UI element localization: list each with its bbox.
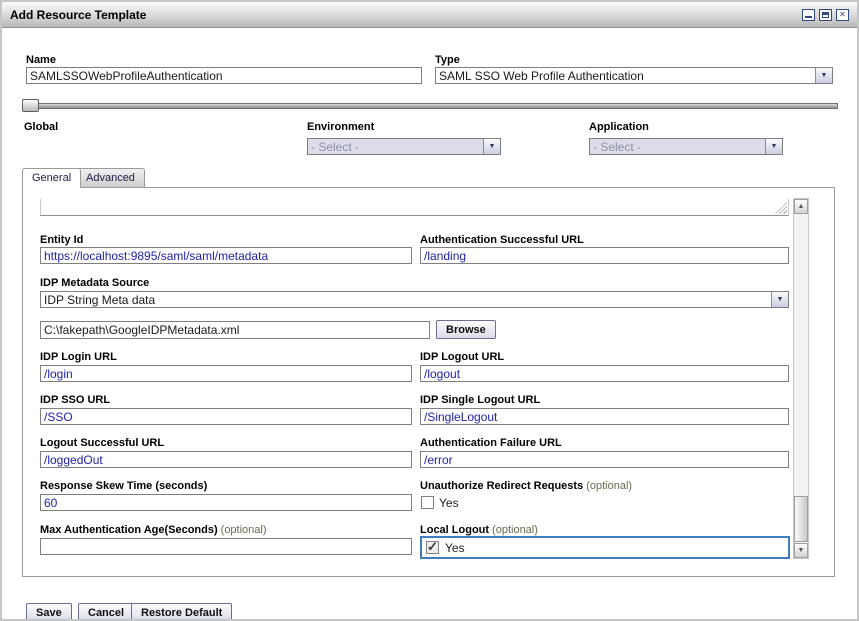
environment-label: Environment xyxy=(307,121,374,133)
name-label: Name xyxy=(26,54,56,66)
name-input[interactable] xyxy=(26,67,422,84)
idp-metadata-source-dropdown[interactable]: IDP String Meta data ▼ xyxy=(40,291,789,308)
local-logout-field[interactable]: Yes xyxy=(420,536,790,559)
type-dropdown-value: SAML SSO Web Profile Authentication xyxy=(436,68,815,83)
add-resource-template-dialog: Add Resource Template Name Type SAML SSO… xyxy=(0,0,859,621)
application-dropdown-value: - Select - xyxy=(590,139,765,154)
idp-metadata-source-value: IDP String Meta data xyxy=(41,292,771,307)
local-logout-checkbox[interactable] xyxy=(426,541,439,554)
entity-id-label: Entity Id xyxy=(40,234,83,246)
idp-logout-url-label: IDP Logout URL xyxy=(420,351,504,363)
unauthorize-redirect-label: Unauthorize Redirect Requests(optional) xyxy=(420,480,632,492)
max-auth-age-label: Max Authentication Age(Seconds)(optional… xyxy=(40,524,267,536)
application-label: Application xyxy=(589,121,649,133)
cancel-button[interactable]: Cancel xyxy=(78,603,134,621)
idp-sso-url-input[interactable] xyxy=(40,408,412,425)
restore-default-button[interactable]: Restore Default xyxy=(131,603,232,621)
response-skew-label: Response Skew Time (seconds) xyxy=(40,480,207,492)
save-button[interactable]: Save xyxy=(26,603,72,621)
entity-id-input[interactable] xyxy=(40,247,412,264)
unauthorize-redirect-checkbox[interactable] xyxy=(421,496,434,509)
idp-logout-url-input[interactable] xyxy=(420,365,789,382)
local-logout-label: Local Logout(optional) xyxy=(420,524,538,536)
idp-metadata-file-input[interactable] xyxy=(40,321,430,339)
auth-success-url-input[interactable] xyxy=(420,247,789,264)
type-label: Type xyxy=(435,54,460,66)
window-controls xyxy=(802,9,849,21)
logout-success-url-input[interactable] xyxy=(40,451,412,468)
type-dropdown[interactable]: SAML SSO Web Profile Authentication ▼ xyxy=(435,67,833,84)
scope-slider-track[interactable] xyxy=(22,103,838,109)
scrollbar-thumb[interactable] xyxy=(794,496,808,542)
auth-success-url-label: Authentication Successful URL xyxy=(420,234,584,246)
max-auth-age-input[interactable] xyxy=(40,538,412,555)
idp-metadata-source-label: IDP Metadata Source xyxy=(40,277,149,289)
chevron-down-icon[interactable]: ▼ xyxy=(815,68,832,83)
environment-dropdown-value: - Select - xyxy=(308,139,483,154)
textarea-resize-grip[interactable] xyxy=(775,202,787,214)
chevron-down-icon[interactable]: ▼ xyxy=(483,139,500,154)
auth-failure-url-input[interactable] xyxy=(420,451,789,468)
idp-login-url-input[interactable] xyxy=(40,365,412,382)
titlebar[interactable]: Add Resource Template xyxy=(2,2,857,28)
restore-icon[interactable] xyxy=(819,9,832,21)
logout-success-url-label: Logout Successful URL xyxy=(40,437,164,449)
auth-failure-url-label: Authentication Failure URL xyxy=(420,437,562,449)
environment-dropdown[interactable]: - Select - ▼ xyxy=(307,138,501,155)
idp-single-logout-url-input[interactable] xyxy=(420,408,789,425)
browse-button[interactable]: Browse xyxy=(436,320,496,339)
idp-single-logout-url-label: IDP Single Logout URL xyxy=(420,394,540,406)
panel-scrollbar[interactable]: ▲ ▼ xyxy=(793,198,809,559)
scrollbar-up-icon[interactable]: ▲ xyxy=(794,199,808,214)
idp-sso-url-label: IDP SSO URL xyxy=(40,394,110,406)
unauthorize-redirect-yes-label: Yes xyxy=(439,496,459,510)
window-title: Add Resource Template xyxy=(10,8,146,22)
response-skew-input[interactable] xyxy=(40,494,412,511)
scope-slider-handle[interactable] xyxy=(22,99,39,112)
chevron-down-icon[interactable]: ▼ xyxy=(765,139,782,154)
local-logout-yes-label: Yes xyxy=(445,541,465,555)
application-dropdown[interactable]: - Select - ▼ xyxy=(589,138,783,155)
chevron-down-icon[interactable]: ▼ xyxy=(771,292,788,307)
idp-login-url-label: IDP Login URL xyxy=(40,351,117,363)
scrollbar-down-icon[interactable]: ▼ xyxy=(794,543,808,558)
scope-global-label: Global xyxy=(24,121,58,133)
minimize-icon[interactable] xyxy=(802,9,815,21)
textarea-bottom-edge[interactable] xyxy=(40,199,789,216)
tab-general[interactable]: General xyxy=(22,168,81,188)
tab-advanced[interactable]: Advanced xyxy=(76,168,145,187)
close-icon[interactable] xyxy=(836,9,849,21)
